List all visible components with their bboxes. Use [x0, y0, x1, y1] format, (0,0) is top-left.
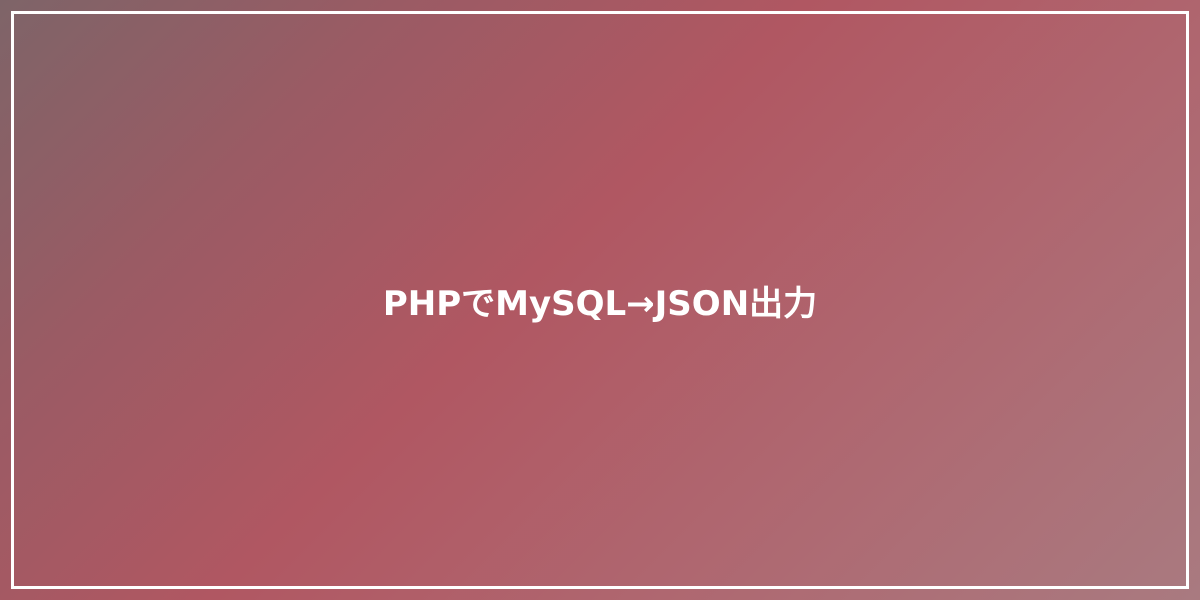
card-title: PHPでMySQL→JSON出力: [382, 283, 818, 324]
thumbnail-card: PHPでMySQL→JSON出力: [0, 0, 1200, 600]
